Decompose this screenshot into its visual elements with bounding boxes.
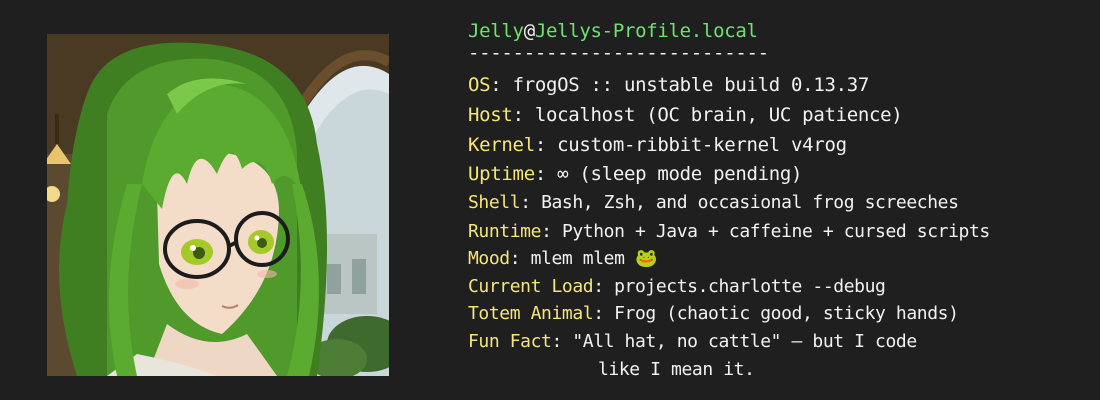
field-host: Host: localhost (OC brain, UC patience) bbox=[468, 104, 903, 126]
field-key: OS bbox=[468, 74, 491, 96]
field-fun-fact-continuation: like I mean it. bbox=[598, 359, 755, 380]
field-value: mlem mlem 🐸 bbox=[530, 248, 658, 269]
field-uptime: Uptime: ∞ (sleep mode pending) bbox=[468, 163, 803, 185]
field-key: Runtime bbox=[468, 221, 542, 242]
field-value: custom-ribbit-kernel v4rog bbox=[557, 134, 847, 156]
field-value: Bash, Zsh, and occasional frog screeches bbox=[541, 192, 959, 213]
field-value: Frog (chaotic good, sticky hands) bbox=[614, 303, 959, 324]
field-value: "All hat, no cattle" — but I code bbox=[572, 331, 917, 352]
field-value: Python + Java + caffeine + cursed script… bbox=[561, 221, 990, 242]
field-shell: Shell: Bash, Zsh, and occasional frog sc… bbox=[468, 192, 959, 213]
field-current-load: Current Load: projects.charlotte --debug bbox=[468, 276, 886, 297]
field-key: Host bbox=[468, 104, 513, 126]
field-key: Totem Animal bbox=[468, 303, 594, 324]
fetch-card: Jelly@Jellys-Profile.local -------------… bbox=[0, 0, 1100, 400]
at-sign: @ bbox=[523, 20, 535, 42]
field-fun-fact: Fun Fact: "All hat, no cattle" — but I c… bbox=[468, 331, 917, 352]
field-key: Kernel bbox=[468, 134, 535, 156]
field-value: ∞ (sleep mode pending) bbox=[557, 163, 803, 185]
field-runtime: Runtime: Python + Java + caffeine + curs… bbox=[468, 221, 990, 242]
host-name: Jellys-Profile.local bbox=[534, 20, 758, 42]
field-mood: Mood: mlem mlem 🐸 bbox=[468, 248, 658, 269]
field-key: Uptime bbox=[468, 163, 535, 185]
field-value: projects.charlotte --debug bbox=[614, 276, 886, 297]
field-key: Mood bbox=[468, 248, 510, 269]
field-value: frogOS :: unstable build 0.13.37 bbox=[512, 74, 870, 96]
field-key: Fun Fact bbox=[468, 331, 552, 352]
field-key: Current Load bbox=[468, 276, 594, 297]
anime-girl-avatar-image bbox=[47, 34, 389, 376]
field-os: OS: frogOS :: unstable build 0.13.37 bbox=[468, 74, 870, 96]
field-value: localhost (OC brain, UC patience) bbox=[534, 104, 903, 126]
separator-line: --------------------------- bbox=[468, 42, 769, 64]
avatar bbox=[47, 34, 389, 376]
user-name: Jelly bbox=[468, 20, 524, 42]
field-kernel: Kernel: custom-ribbit-kernel v4rog bbox=[468, 134, 847, 156]
field-key: Shell bbox=[468, 192, 521, 213]
field-totem-animal: Totem Animal: Frog (chaotic good, sticky… bbox=[468, 303, 959, 324]
